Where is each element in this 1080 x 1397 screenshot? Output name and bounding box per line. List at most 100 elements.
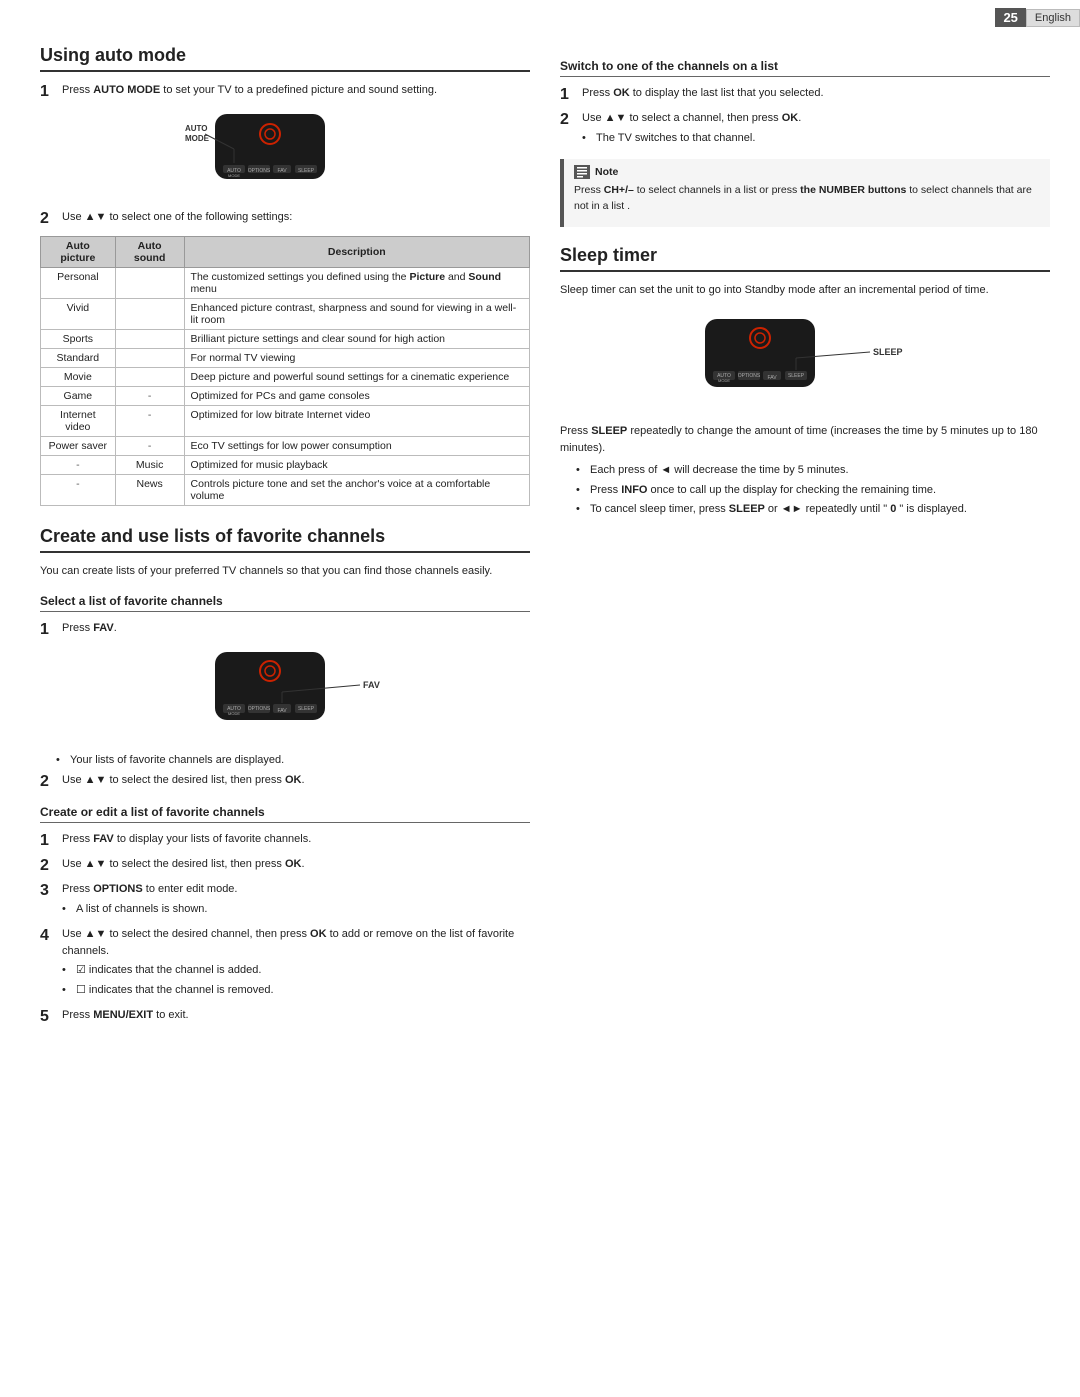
sleep-bullet-1-text: Each press of ◄ will decrease the time b… bbox=[590, 462, 849, 479]
cell-desc: Deep picture and powerful sound settings… bbox=[184, 368, 529, 387]
cell-auto-picture: Sports bbox=[41, 330, 116, 349]
step4-bullet-1: • ☑ indicates that the channel is added. bbox=[62, 962, 530, 979]
cell-desc: Eco TV settings for low power consumptio… bbox=[184, 437, 529, 456]
sleep-remote-wrap: AUTO MODE OPTIONS FAV SLEEP SLEEP bbox=[675, 314, 935, 407]
left-column: Using auto mode 1 Press AUTO MODE to set… bbox=[40, 45, 530, 1032]
svg-text:OPTIONS: OPTIONS bbox=[248, 706, 271, 712]
step4-bullet-2: • ☐ indicates that the channel is remove… bbox=[62, 982, 530, 999]
table-header-auto-picture: Auto picture bbox=[41, 237, 116, 268]
step-2-auto: 2 Use ▲▼ to select one of the following … bbox=[40, 209, 530, 228]
table-row: Movie Deep picture and powerful sound se… bbox=[41, 368, 530, 387]
table-row: Game - Optimized for PCs and game consol… bbox=[41, 387, 530, 406]
step-num-1-fav: 1 bbox=[40, 620, 56, 639]
section-switch-channel: Switch to one of the channels on a list … bbox=[560, 59, 1050, 227]
step-4-create: 4 Use ▲▼ to select the desired channel, … bbox=[40, 926, 530, 1001]
step-1-fav: 1 Press FAV. bbox=[40, 620, 530, 639]
page-language: English bbox=[1026, 9, 1080, 27]
step-num-2: 2 bbox=[40, 209, 56, 228]
cell-desc: Enhanced picture contrast, sharpness and… bbox=[184, 299, 529, 330]
fav-bullet: • Your lists of favorite channels are di… bbox=[56, 752, 530, 769]
cell-desc: For normal TV viewing bbox=[184, 349, 529, 368]
cell-auto-picture: - bbox=[41, 456, 116, 475]
cell-auto-sound: News bbox=[115, 475, 184, 506]
svg-text:FAV: FAV bbox=[277, 708, 287, 714]
svg-text:MODE: MODE bbox=[718, 378, 730, 383]
svg-text:FAV: FAV bbox=[277, 168, 287, 174]
switch-channel-title: Switch to one of the channels on a list bbox=[560, 59, 1050, 77]
auto-mode-remote-container: AUTO MODE OPTIONS FAV SLEEP AUTO MODE bbox=[40, 109, 530, 197]
section-favorites: Create and use lists of favorite channel… bbox=[40, 526, 530, 1026]
sleep-steps-text: Press SLEEP repeatedly to change the amo… bbox=[560, 423, 1050, 456]
svg-text:FAV: FAV bbox=[363, 680, 380, 690]
subsection-select-fav: Select a list of favorite channels 1 Pre… bbox=[40, 594, 530, 791]
sleep-remote-container: AUTO MODE OPTIONS FAV SLEEP SLEEP bbox=[560, 314, 1050, 407]
svg-text:OPTIONS: OPTIONS bbox=[248, 168, 271, 174]
cell-auto-picture: Game bbox=[41, 387, 116, 406]
step-2-content: Use ▲▼ to select one of the following se… bbox=[62, 209, 530, 228]
section-sleep-timer: Sleep timer Sleep timer can set the unit… bbox=[560, 245, 1050, 518]
step-num-1-switch: 1 bbox=[560, 85, 576, 104]
cell-auto-picture: Standard bbox=[41, 349, 116, 368]
step4-bullet-1-text: ☑ indicates that the channel is added. bbox=[76, 962, 261, 979]
sleep-timer-intro: Sleep timer can set the unit to go into … bbox=[560, 282, 1050, 299]
step-num-1-create: 1 bbox=[40, 831, 56, 850]
svg-text:MODE: MODE bbox=[228, 173, 240, 178]
table-row: Vivid Enhanced picture contrast, sharpne… bbox=[41, 299, 530, 330]
note-label: Note bbox=[574, 165, 1040, 179]
cell-desc: The customized settings you defined usin… bbox=[184, 268, 529, 299]
svg-text:SLEEP: SLEEP bbox=[298, 168, 315, 174]
step-1-auto: 1 Press AUTO MODE to set your TV to a pr… bbox=[40, 82, 530, 101]
step-num-1: 1 bbox=[40, 82, 56, 101]
switch-bullet: • The TV switches to that channel. bbox=[582, 130, 1050, 147]
favorites-desc: You can create lists of your preferred T… bbox=[40, 563, 530, 580]
svg-text:SLEEP: SLEEP bbox=[873, 347, 903, 357]
sleep-bullet-2-text: Press INFO once to call up the display f… bbox=[590, 482, 936, 499]
step-num-2-fav: 2 bbox=[40, 772, 56, 791]
step-1-switch-content: Press OK to display the last list that y… bbox=[582, 85, 1050, 104]
svg-text:MODE: MODE bbox=[185, 134, 210, 143]
cell-auto-picture: Vivid bbox=[41, 299, 116, 330]
cell-auto-picture: - bbox=[41, 475, 116, 506]
auto-mode-table: Auto picture Auto sound Description Pers… bbox=[40, 236, 530, 506]
fav-remote: AUTO MODE OPTIONS FAV SLEEP FAV bbox=[185, 647, 385, 740]
cell-auto-picture: Internet video bbox=[41, 406, 116, 437]
note-box: Note Press CH+/– to select channels in a… bbox=[560, 159, 1050, 227]
auto-mode-title: Using auto mode bbox=[40, 45, 530, 72]
step-1-switch: 1 Press OK to display the last list that… bbox=[560, 85, 1050, 104]
switch-bullet-text: The TV switches to that channel. bbox=[596, 130, 755, 147]
auto-mode-remote-svg: AUTO MODE OPTIONS FAV SLEEP AUTO MODE bbox=[185, 109, 385, 194]
step-1-create: 1 Press FAV to display your lists of fav… bbox=[40, 831, 530, 850]
svg-text:SLEEP: SLEEP bbox=[788, 373, 805, 379]
table-row: Internet video - Optimized for low bitra… bbox=[41, 406, 530, 437]
step-num-2-switch: 2 bbox=[560, 110, 576, 149]
sleep-bullet-3-text: To cancel sleep timer, press SLEEP or ◄►… bbox=[590, 501, 967, 518]
table-row: - News Controls picture tone and set the… bbox=[41, 475, 530, 506]
note-icon bbox=[574, 165, 590, 179]
page-badge: 25 English bbox=[995, 8, 1080, 27]
fav-remote-svg: AUTO MODE OPTIONS FAV SLEEP FAV bbox=[185, 647, 405, 737]
cell-auto-sound bbox=[115, 268, 184, 299]
svg-text:OPTIONS: OPTIONS bbox=[738, 373, 761, 379]
note-label-text: Note bbox=[595, 166, 618, 178]
cell-auto-picture: Power saver bbox=[41, 437, 116, 456]
table-row: Personal The customized settings you def… bbox=[41, 268, 530, 299]
favorites-title: Create and use lists of favorite channel… bbox=[40, 526, 530, 553]
svg-text:MODE: MODE bbox=[228, 711, 240, 716]
table-row: Standard For normal TV viewing bbox=[41, 349, 530, 368]
step-2-create-content: Use ▲▼ to select the desired list, then … bbox=[62, 856, 530, 875]
sleep-remote-svg: AUTO MODE OPTIONS FAV SLEEP SLEEP bbox=[675, 314, 935, 404]
cell-desc: Optimized for music playback bbox=[184, 456, 529, 475]
cell-auto-sound bbox=[115, 368, 184, 387]
fav-remote-container: AUTO MODE OPTIONS FAV SLEEP FAV bbox=[40, 647, 530, 740]
step-1-create-content: Press FAV to display your lists of favor… bbox=[62, 831, 530, 850]
cell-auto-sound bbox=[115, 349, 184, 368]
cell-auto-sound bbox=[115, 299, 184, 330]
fav-bullet-text: Your lists of favorite channels are disp… bbox=[70, 752, 284, 769]
svg-text:SLEEP: SLEEP bbox=[298, 706, 315, 712]
auto-mode-remote: AUTO MODE OPTIONS FAV SLEEP AUTO MODE bbox=[185, 109, 385, 197]
cell-auto-picture: Movie bbox=[41, 368, 116, 387]
cell-auto-sound bbox=[115, 330, 184, 349]
table-header-description: Description bbox=[184, 237, 529, 268]
step4-bullet-2-text: ☐ indicates that the channel is removed. bbox=[76, 982, 274, 999]
table-header-auto-sound: Auto sound bbox=[115, 237, 184, 268]
